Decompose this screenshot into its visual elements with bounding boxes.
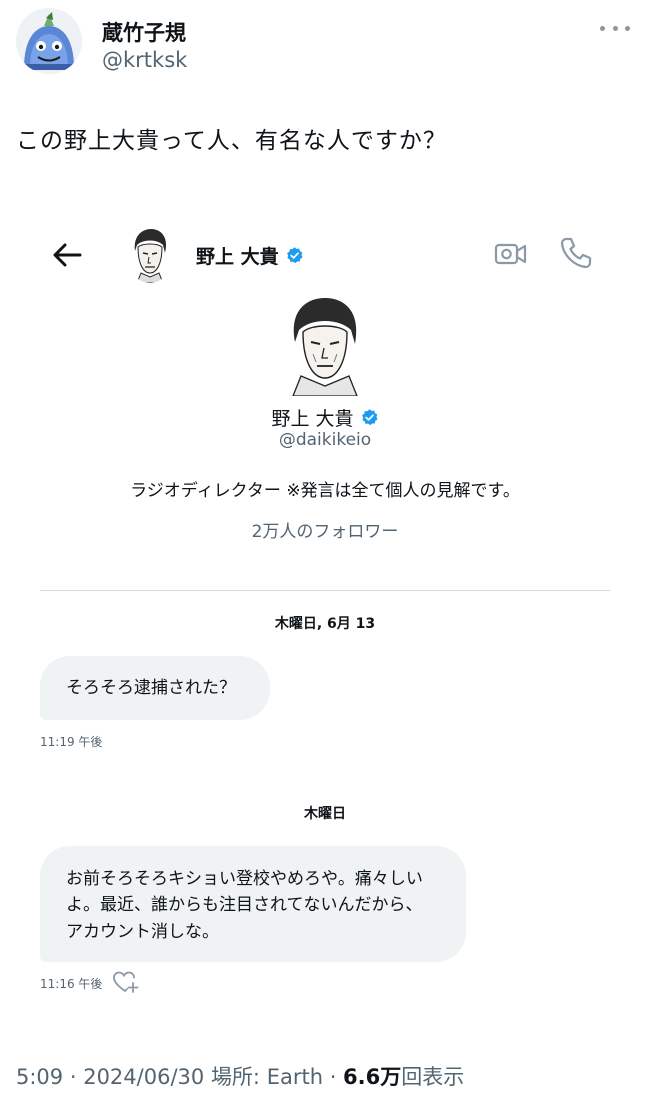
views-label: 回表示 (401, 1065, 465, 1089)
tweet-date[interactable]: 2024/06/30 (83, 1065, 204, 1089)
tweet-header: 蔵竹子規 @krtksk (16, 8, 634, 80)
tweet-time[interactable]: 5:09 (16, 1065, 63, 1089)
video-call-icon[interactable] (494, 237, 528, 271)
more-dots-icon (600, 25, 605, 31)
tweet-meta: 5:09 · 2024/06/30 場所: Earth · 6.6万回表示 (16, 1061, 464, 1091)
author-handle[interactable]: @krtksk (102, 48, 187, 72)
dm-header: 野上 大貴 (0, 222, 650, 292)
author-avatar[interactable] (16, 8, 82, 74)
message-line: よ。最近、誰からも注目されてないんだから、 (66, 895, 423, 916)
profile-followers[interactable]: 2万人のフォロワー (0, 517, 650, 542)
phone-call-icon[interactable] (559, 236, 593, 270)
verified-badge-icon (361, 409, 378, 426)
verified-badge-icon (286, 247, 303, 264)
message-time: 11:16 午後 (40, 977, 103, 991)
author-name[interactable]: 蔵竹子規 (102, 17, 186, 47)
more-dot (612, 25, 618, 31)
tweet-text: この野上大貴って人、有名な人ですか？ (16, 128, 447, 154)
profile-name[interactable]: 野上 大貴 (0, 404, 650, 431)
message-line: お前そろそろキショい登校やめろや。痛々しい (66, 869, 423, 889)
views-count[interactable]: 6.6万 (343, 1065, 401, 1089)
message-bubble[interactable]: お前そろそろキショい登校やめろや。痛々しい よ。最近、誰からも注目されてないんだ… (40, 846, 466, 962)
meta-separator: · (63, 1065, 84, 1089)
profile-bio: ラジオディレクター ※発言は全て個人の見解です。 (130, 481, 520, 501)
back-arrow-icon[interactable] (50, 238, 84, 272)
dm-contact-avatar[interactable] (127, 227, 173, 283)
divider (40, 590, 610, 591)
meta-separator: · (323, 1065, 344, 1089)
message-text: そろそろ逮捕された？ (66, 677, 236, 698)
message-bubble[interactable]: そろそろ逮捕された？ (40, 656, 270, 720)
date-separator: 木曜日, 6月 13 (274, 616, 376, 632)
dm-contact-name[interactable]: 野上 大貴 (196, 242, 304, 269)
message-line: アカウント消しな。 (66, 921, 219, 942)
message-time: 11:19 午後 (40, 735, 103, 749)
more-options-button[interactable] (600, 20, 630, 36)
date-separator: 木曜日 (304, 806, 346, 822)
profile-name-text: 野上 大貴 (271, 408, 354, 430)
heart-plus-icon[interactable] (112, 970, 140, 994)
profile-handle: @daikikeio (278, 430, 372, 450)
profile-avatar[interactable] (283, 296, 367, 396)
more-dot (625, 25, 630, 31)
tweet-location: 場所: Earth (210, 1065, 324, 1089)
dm-contact-name-text: 野上 大貴 (196, 246, 279, 268)
